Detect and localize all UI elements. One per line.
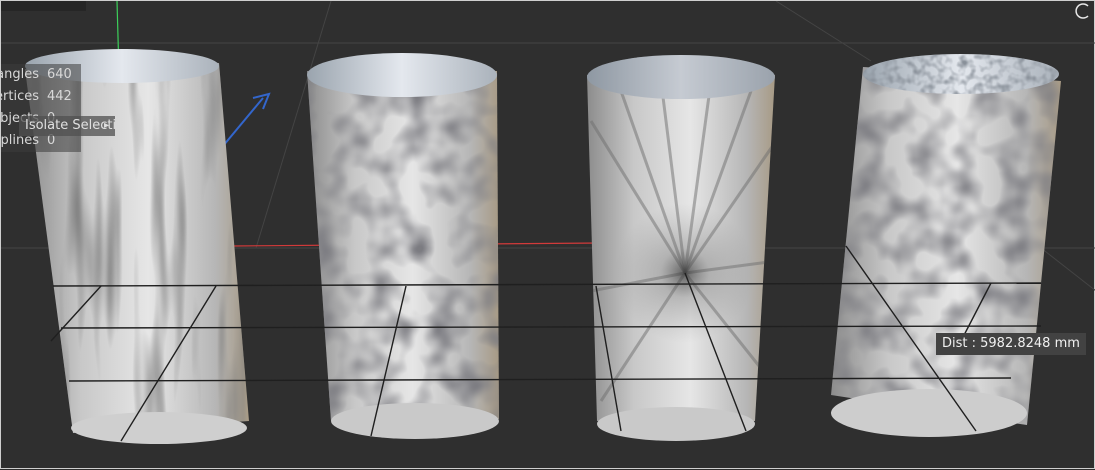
- z-axis-arrow: [222, 92, 271, 147]
- cylinder-4[interactable]: [821, 51, 1071, 441]
- isolate-selection-label: Isolate Selection: [25, 118, 115, 133]
- corner-circle-icon[interactable]: [1074, 3, 1090, 19]
- cylinder-2[interactable]: [301, 53, 511, 439]
- chevron-right-icon: ▸: [103, 120, 109, 131]
- stat-label: Vertices: [1, 89, 39, 104]
- isolate-selection-button[interactable]: Isolate Selection ▸: [19, 116, 115, 136]
- scene-stats-panel: Triangles 640 Vertices 442 Objects 0 Spl…: [1, 64, 81, 152]
- scene-canvas[interactable]: [1, 1, 1095, 470]
- stat-row-triangles: Triangles 640: [1, 64, 81, 86]
- stat-value: 640: [47, 67, 72, 82]
- stat-row-vertices: Vertices 442: [1, 86, 81, 108]
- 3d-viewport[interactable]: Triangles 640 Vertices 442 Objects 0 Spl…: [0, 0, 1095, 469]
- distance-measure-label: Dist : 5982.8248 mm: [936, 333, 1086, 355]
- stat-label: Triangles: [1, 67, 39, 82]
- stat-value: 442: [47, 89, 72, 104]
- cylinder-3[interactable]: [587, 55, 776, 441]
